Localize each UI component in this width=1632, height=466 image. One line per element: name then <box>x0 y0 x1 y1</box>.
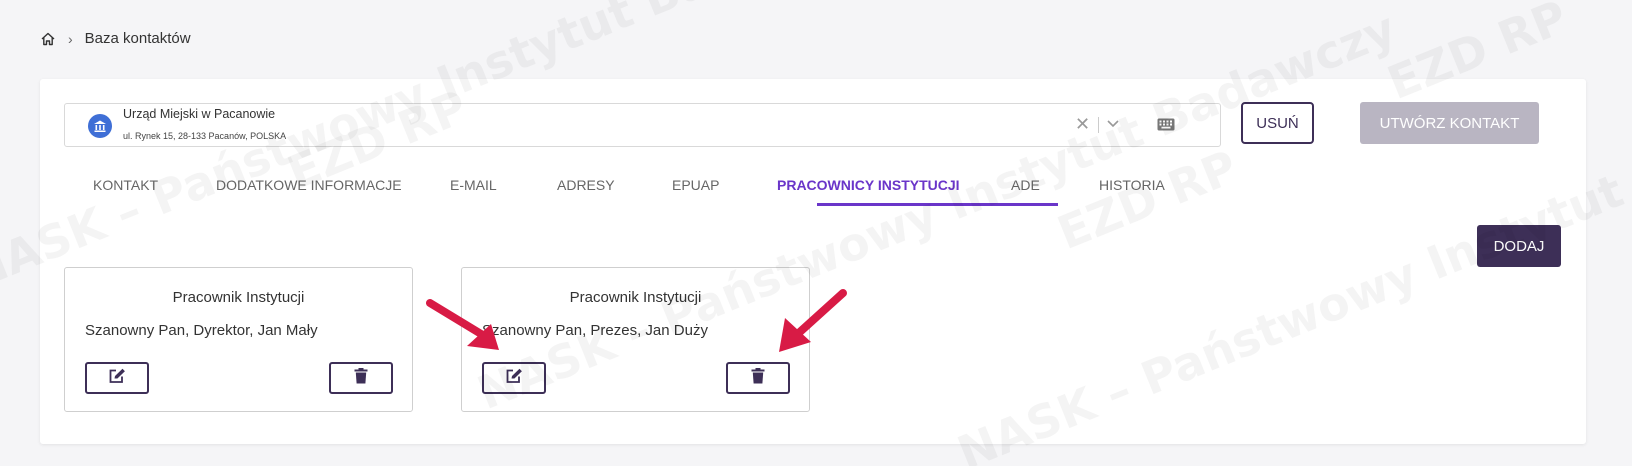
clear-icon[interactable]: ✕ <box>1075 114 1090 134</box>
tab-ade[interactable]: ADE <box>1011 177 1040 193</box>
trash-icon <box>751 367 765 389</box>
annotation-arrow-icon <box>779 289 847 352</box>
employee-card: Pracownik Instytucji Szanowny Pan, Dyrek… <box>64 267 413 412</box>
chevron-down-icon[interactable] <box>1106 116 1120 135</box>
delete-contact-button[interactable]: USUŃ <box>1241 102 1314 144</box>
tab-epuap[interactable]: EPUAP <box>672 177 719 193</box>
add-employee-button[interactable]: DODAJ <box>1477 225 1561 267</box>
keyboard-icon[interactable] <box>1157 118 1175 136</box>
employee-card-title: Pracownik Instytucji <box>172 289 305 306</box>
employee-name: Szanowny Pan, Prezes, Jan Duży <box>482 322 708 339</box>
breadcrumb: › Baza kontaktów <box>40 30 191 47</box>
delete-employee-button[interactable] <box>726 362 790 394</box>
edit-employee-button[interactable] <box>85 362 149 394</box>
tab-pracownicy-instytucji[interactable]: PRACOWNICY INSTYTUCJI <box>777 177 960 193</box>
tab-e-mail[interactable]: E-MAIL <box>450 177 497 193</box>
select-divider <box>1098 117 1099 133</box>
contact-address: ul. Rynek 15, 28-133 Pacanów, POLSKA <box>123 131 287 141</box>
tab-dodatkowe-informacje[interactable]: DODATKOWE INFORMACJE <box>216 177 402 193</box>
contact-select[interactable]: Urząd Miejski w Pacanowie ul. Rynek 15, … <box>64 103 1221 147</box>
institution-icon <box>88 114 112 138</box>
chevron-right-icon: › <box>68 30 73 47</box>
edit-icon <box>505 368 523 389</box>
tab-historia[interactable]: HISTORIA <box>1099 177 1165 193</box>
breadcrumb-current: Baza kontaktów <box>84 30 191 47</box>
trash-icon <box>354 367 368 389</box>
edit-employee-button[interactable] <box>482 362 546 394</box>
tabs: KONTAKT DODATKOWE INFORMACJE E-MAIL ADRE… <box>64 167 1564 207</box>
contact-name: Urząd Miejski w Pacanowie <box>123 107 276 121</box>
tab-adresy[interactable]: ADRESY <box>557 177 615 193</box>
annotation-arrow-icon <box>426 299 499 350</box>
contact-card: Urząd Miejski w Pacanowie ul. Rynek 15, … <box>40 79 1586 444</box>
tab-kontakt[interactable]: KONTAKT <box>93 177 158 193</box>
delete-employee-button[interactable] <box>329 362 393 394</box>
employee-name: Szanowny Pan, Dyrektor, Jan Mały <box>85 322 318 339</box>
home-icon[interactable] <box>40 31 56 47</box>
edit-icon <box>108 368 126 389</box>
active-tab-indicator <box>817 203 1058 206</box>
create-contact-button[interactable]: UTWÓRZ KONTAKT <box>1360 102 1539 144</box>
